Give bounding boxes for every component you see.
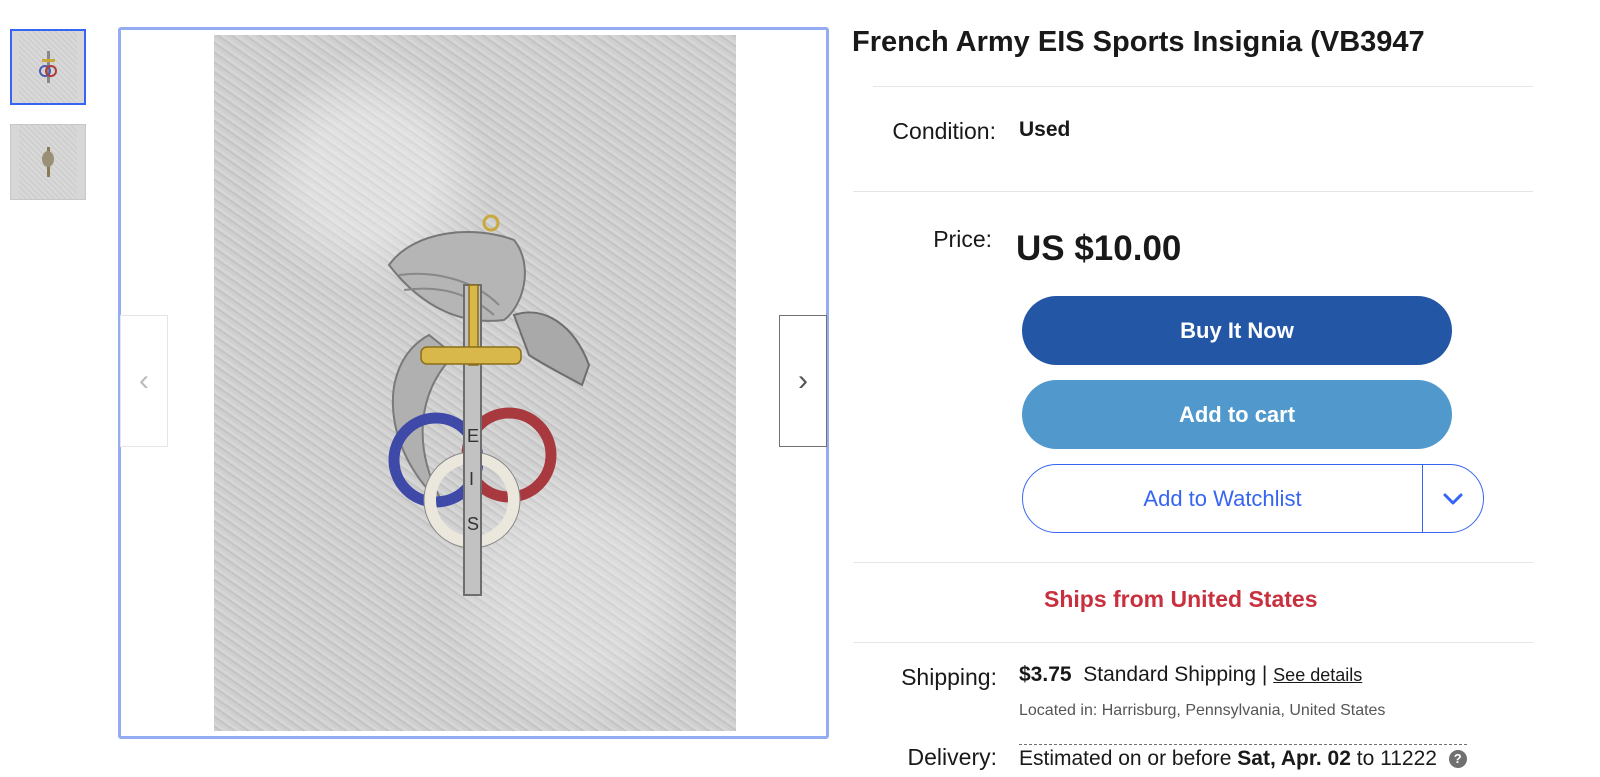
chevron-right-icon: ›: [798, 364, 808, 397]
item-location: Located in: Harrisburg, Pennsylvania, Un…: [1019, 702, 1385, 720]
see-details-link[interactable]: See details: [1273, 665, 1362, 685]
item-title: French Army EIS Sports Insignia (VB3947: [852, 26, 1425, 58]
located-value: Harrisburg, Pennsylvania, United States: [1101, 702, 1386, 719]
insignia-mini-icon: [39, 51, 57, 83]
svg-text:I: I: [469, 469, 474, 489]
shipping-label: Shipping:: [901, 664, 997, 690]
chevron-down-icon: [1443, 493, 1463, 504]
condition-label: Condition:: [892, 118, 996, 144]
thumbnail-2[interactable]: [10, 124, 86, 200]
watchlist-dropdown-button[interactable]: [1422, 465, 1483, 532]
watchlist-button-group: Add to Watchlist: [1022, 464, 1484, 533]
delivery-estimate: Estimated on or before Sat, Apr. 02 to 1…: [1019, 744, 1467, 771]
divider: [873, 86, 1533, 87]
delivery-text: Estimated on or before: [1019, 747, 1232, 770]
chevron-left-icon: ‹: [139, 364, 149, 397]
insignia-image: E I S: [387, 214, 591, 596]
delivery-label: Delivery:: [907, 744, 997, 770]
delivery-zip: to 11222: [1356, 747, 1437, 770]
item-photo: E I S: [214, 35, 736, 731]
located-label: Located in:: [1019, 702, 1098, 719]
price-label: Price:: [933, 226, 992, 252]
thumbnail-image: [19, 125, 77, 199]
add-to-watchlist-button[interactable]: Add to Watchlist: [1023, 465, 1422, 532]
divider: [853, 191, 1533, 192]
buy-it-now-button[interactable]: Buy It Now: [1022, 296, 1452, 365]
help-icon[interactable]: ?: [1448, 750, 1467, 768]
shipping-details: $3.75 Standard Shipping | See details: [1019, 663, 1362, 687]
delivery-date: Sat, Apr. 02: [1237, 747, 1351, 770]
thumbnail-1[interactable]: [10, 29, 86, 105]
insignia-mini-icon: [42, 147, 54, 177]
divider: [853, 562, 1533, 563]
previous-image-button[interactable]: ‹: [120, 315, 168, 447]
next-image-button[interactable]: ›: [779, 315, 827, 447]
price-value: US $10.00: [1016, 229, 1182, 268]
divider: [853, 642, 1533, 643]
condition-value: Used: [1019, 118, 1071, 141]
ships-from-notice: Ships from United States: [1044, 586, 1318, 612]
add-to-cart-button[interactable]: Add to cart: [1022, 380, 1452, 449]
svg-text:E: E: [467, 426, 479, 446]
image-viewer[interactable]: E I S ‹ ›: [118, 27, 829, 739]
thumbnail-image: [19, 31, 77, 103]
shipping-cost: $3.75: [1019, 663, 1072, 686]
svg-text:S: S: [467, 514, 479, 534]
shipping-method: Standard Shipping |: [1083, 663, 1268, 686]
